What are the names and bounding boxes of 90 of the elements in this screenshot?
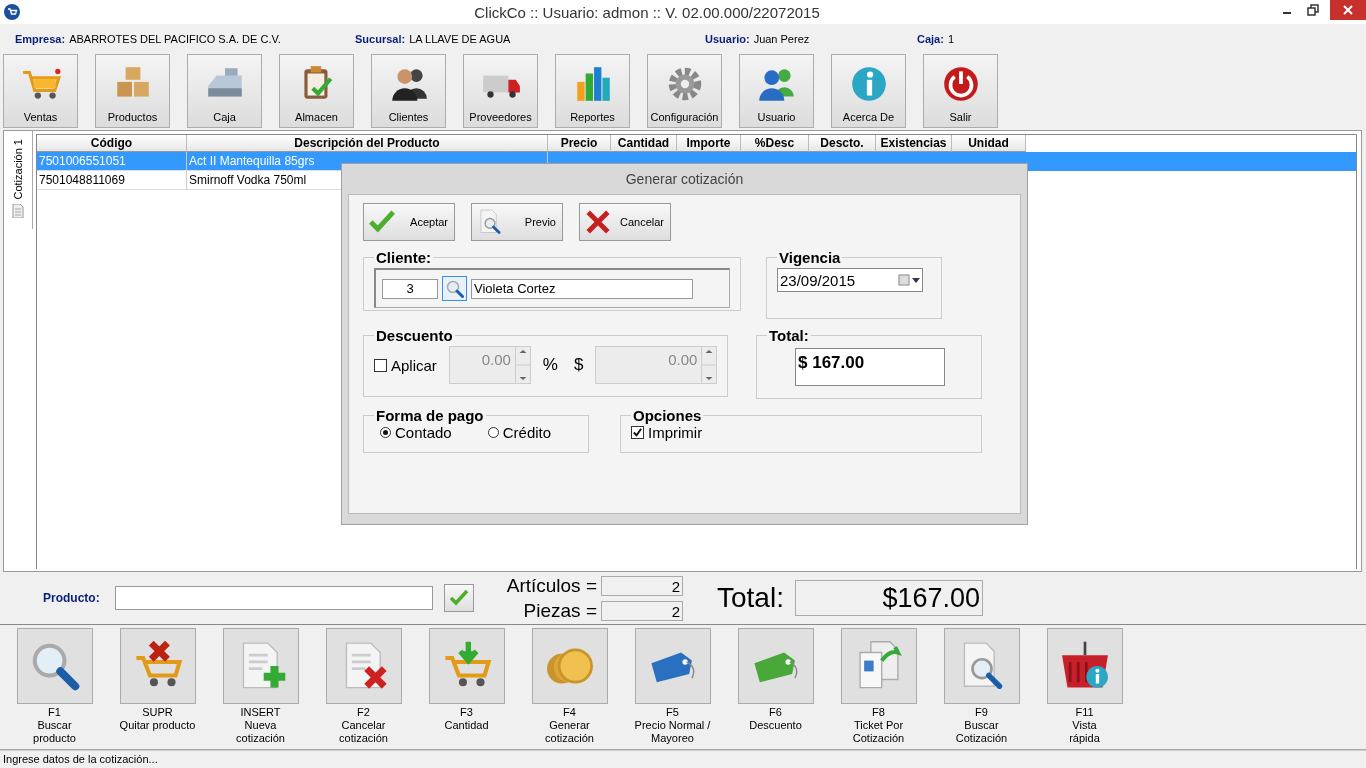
- dialog-title: Generar cotización: [624, 170, 745, 189]
- info-label: Sucursal:: [355, 33, 406, 45]
- calendar-icon: [898, 274, 910, 286]
- search-icon: [444, 278, 465, 299]
- info-value: Juan Perez: [753, 33, 810, 45]
- function-label: F3 Cantidad: [444, 706, 489, 732]
- column-header[interactable]: Descto.: [809, 135, 876, 152]
- total-label: Total:: [717, 582, 785, 614]
- document-icon: [12, 203, 24, 218]
- info-label: Empresa:: [15, 33, 66, 45]
- function-label: F1 Buscar producto: [33, 706, 76, 745]
- group-title: Cliente:: [375, 249, 432, 266]
- info-label: Usuario:: [705, 33, 750, 45]
- checkbox-label: Aplicar: [391, 356, 437, 374]
- function-button[interactable]: [16, 628, 93, 704]
- checkbox-label: Imprimir: [648, 424, 703, 441]
- checkbox[interactable]: [374, 358, 387, 372]
- product-label: Producto:: [43, 591, 101, 605]
- info-value: 1: [947, 33, 955, 45]
- table-cell: 7501006551051: [37, 152, 187, 171]
- column-header[interactable]: Existencias: [876, 135, 952, 152]
- cart-icon: [4, 4, 20, 20]
- radio-label: Crédito: [502, 424, 552, 441]
- currency-sign: $: [574, 355, 584, 375]
- column-header[interactable]: Código: [37, 135, 187, 152]
- toolbar-button[interactable]: Reportes: [555, 54, 630, 128]
- dialog-button[interactable]: Cancelar: [579, 203, 671, 241]
- toolbar-button[interactable]: Configuración: [647, 54, 722, 128]
- toolbar-button[interactable]: Almacen: [279, 54, 354, 128]
- function-label: F9 Buscar Cotización: [955, 706, 1008, 745]
- toolbar-button[interactable]: Ventas: [3, 54, 78, 128]
- info-value: LA LLAVE DE AGUA: [409, 33, 511, 45]
- client-name-field[interactable]: Violeta Cortez: [471, 278, 693, 299]
- close-button[interactable]: [1330, 0, 1366, 20]
- check-icon: [449, 588, 469, 608]
- toolbar-button[interactable]: Clientes: [371, 54, 446, 128]
- radio-button[interactable]: [487, 427, 499, 438]
- column-header[interactable]: Cantidad: [611, 135, 677, 152]
- toolbar-button[interactable]: Acerca De: [831, 54, 906, 128]
- toolbar-button[interactable]: Caja: [187, 54, 262, 128]
- function-button[interactable]: [325, 628, 402, 704]
- total-field: $ 167.00: [795, 348, 945, 386]
- close-icon: [584, 208, 612, 236]
- radio-label: Contado: [395, 424, 452, 441]
- search-button[interactable]: [442, 276, 467, 301]
- status-bar: Ingrese datos de la cotización...: [0, 750, 1366, 768]
- column-header[interactable]: Importe: [677, 135, 741, 152]
- pieces-count: 2: [601, 600, 683, 621]
- dialog-button[interactable]: Aceptar: [363, 203, 455, 241]
- toolbar-button[interactable]: Usuario: [739, 54, 814, 128]
- function-button[interactable]: [1046, 628, 1123, 704]
- function-label: F4 Generar cotización: [545, 706, 594, 745]
- function-label: F2 Cancelar cotización: [339, 706, 388, 745]
- column-header[interactable]: Descripción del Producto: [187, 135, 548, 152]
- group-title: Forma de pago: [375, 407, 485, 424]
- pieces-label: Piezas =: [522, 599, 598, 622]
- percent-sign: %: [542, 355, 558, 375]
- toolbar-button[interactable]: Salir: [923, 54, 998, 128]
- group-title: Total:: [768, 327, 810, 344]
- function-label: F5 Precio Normal / Mayoreo: [634, 706, 711, 745]
- function-button[interactable]: [634, 628, 711, 704]
- function-label: INSERT Nueva cotización: [236, 706, 285, 745]
- dialog-button[interactable]: Previo: [471, 203, 563, 241]
- confirm-button[interactable]: [444, 584, 474, 612]
- radio-button[interactable]: [380, 427, 391, 438]
- column-header[interactable]: %Desc: [741, 135, 809, 152]
- function-label: F6 Descuento: [749, 706, 802, 732]
- total-amount: $167.00: [795, 580, 983, 616]
- group-title: Vigencia: [778, 249, 842, 266]
- toolbar-button[interactable]: Productos: [95, 54, 170, 128]
- checkbox[interactable]: [631, 426, 644, 439]
- table-cell: 7501048811069: [37, 171, 187, 190]
- column-header[interactable]: Unidad: [952, 135, 1026, 152]
- function-label: F11 Vista rápida: [1069, 706, 1100, 745]
- toolbar-button[interactable]: Proveedores: [463, 54, 538, 128]
- articles-label: Artículos =: [505, 574, 598, 597]
- articles-count: 2: [601, 575, 683, 596]
- function-button[interactable]: [119, 628, 196, 704]
- product-field[interactable]: [115, 586, 433, 610]
- group-title: Opciones: [632, 407, 703, 424]
- function-label: SUPR Quitar producto: [119, 706, 196, 732]
- column-header[interactable]: Precio: [548, 135, 611, 152]
- group-title: Descuento: [375, 327, 454, 344]
- info-value: ABARROTES DEL PACIFICO S.A. DE C.V.: [69, 33, 281, 45]
- info-label: Caja:: [917, 33, 944, 45]
- window-title: ClickCo :: Usuario: admon :: V. 02.00.000/22072015: [473, 3, 821, 21]
- caret-icon: [912, 277, 920, 283]
- function-label: F8 Ticket Por Cotización: [852, 706, 905, 745]
- date-picker[interactable]: 23/09/2015: [777, 268, 923, 292]
- client-id-field[interactable]: 3: [382, 278, 438, 299]
